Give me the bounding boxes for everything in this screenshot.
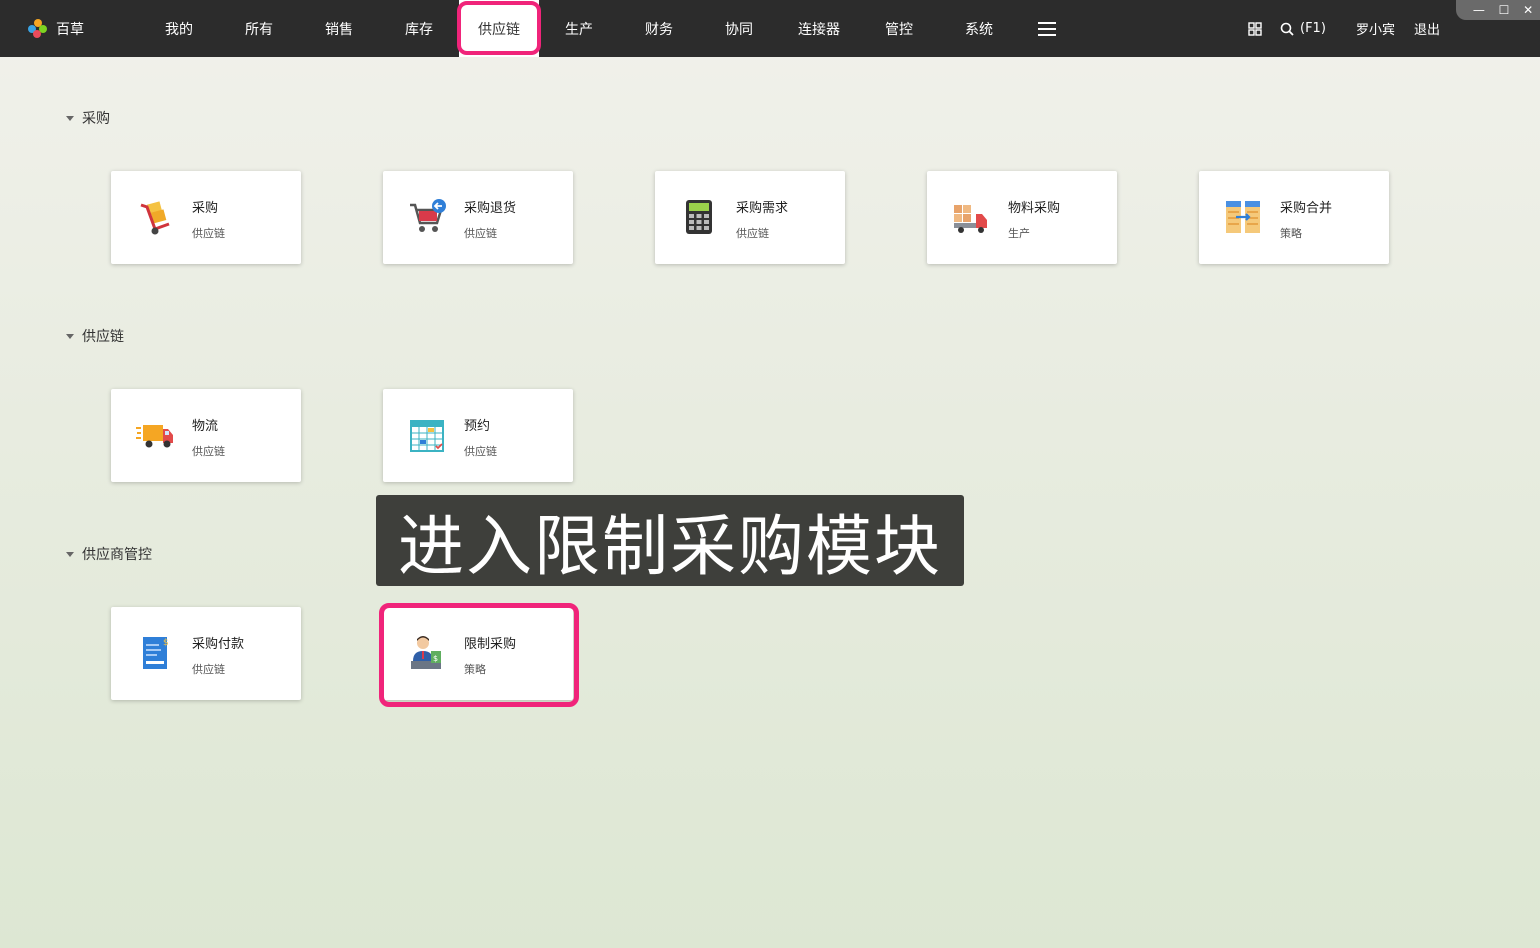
card-module: 供应链: [192, 663, 225, 676]
card-module: 策略: [1280, 227, 1302, 240]
fast-truck-icon: [136, 425, 173, 448]
card-title: 物流: [192, 419, 219, 434]
card-module: 供应链: [192, 445, 225, 458]
search-icon: [1280, 22, 1294, 36]
section-title: 供应链: [82, 329, 124, 345]
card-module: 供应链: [736, 227, 769, 240]
nav-item-inventory[interactable]: 库存: [379, 0, 459, 57]
card-module: 策略: [464, 663, 486, 676]
collapse-caret-icon: [66, 333, 74, 339]
logout-button[interactable]: 退出: [1414, 0, 1440, 57]
nav-item-sales[interactable]: 销售: [299, 0, 379, 57]
nav-item-mine[interactable]: 我的: [139, 0, 219, 57]
card-title: 采购付款: [192, 637, 245, 652]
brand-logo-icon: [28, 19, 48, 39]
app-card-purchase-demand[interactable]: 采购需求 供应链: [655, 171, 845, 264]
card-title: 采购: [192, 201, 219, 216]
calendar-icon: [410, 420, 444, 452]
app-card-restricted-purchase[interactable]: $ 限制采购 策略: [383, 607, 573, 700]
nav-item-control[interactable]: 管控: [859, 0, 939, 57]
top-nav-bar: 百草 我的 所有 销售 库存 供应链 生产 财务 协同 连接器 管控 系统 (F…: [0, 0, 1540, 57]
app-card-purchase-return[interactable]: 采购退货 供应链: [383, 171, 573, 264]
card-title: 物料采购: [1008, 201, 1061, 216]
app-card-purchase[interactable]: 采购 供应链: [111, 171, 301, 264]
app-card-material-purchase[interactable]: 物料采购 生产: [927, 171, 1117, 264]
hamburger-menu-icon[interactable]: [1036, 18, 1058, 40]
user-name[interactable]: 罗小宾: [1356, 0, 1395, 57]
card-module: 供应链: [192, 227, 225, 240]
cart-return-icon: [410, 199, 446, 232]
card-title: 采购需求: [736, 201, 789, 216]
video-caption: 进入限制采购模块: [376, 495, 964, 586]
card-title: 采购退货: [464, 201, 517, 216]
close-icon[interactable]: ✕: [1523, 3, 1533, 17]
collapse-caret-icon: [66, 551, 74, 557]
search-button[interactable]: (F1): [1280, 0, 1326, 57]
delivery-truck-icon: [954, 205, 987, 233]
card-title: 限制采购: [464, 637, 517, 652]
section-header-supplier-control[interactable]: 供应商管控: [66, 544, 152, 564]
merge-table-icon: [1226, 201, 1260, 233]
brand[interactable]: 百草: [28, 18, 84, 40]
calculator-icon: [686, 200, 712, 234]
app-grid-icon[interactable]: [1248, 0, 1262, 57]
card-module: 供应链: [464, 445, 497, 458]
nav-item-connector[interactable]: 连接器: [779, 0, 859, 57]
card-title: 预约: [464, 419, 491, 434]
search-shortcut: (F1): [1300, 21, 1326, 36]
brand-name: 百草: [56, 22, 84, 38]
nav-item-collaboration[interactable]: 协同: [699, 0, 779, 57]
collapse-caret-icon: [66, 115, 74, 121]
minimize-icon[interactable]: —: [1473, 3, 1485, 17]
app-card-purchase-payment[interactable]: $ 采购付款 供应链: [111, 607, 301, 700]
app-card-appointment[interactable]: 预约 供应链: [383, 389, 573, 482]
maximize-icon[interactable]: ☐: [1499, 3, 1510, 17]
app-card-purchase-merge[interactable]: 采购合并 策略: [1199, 171, 1389, 264]
window-controls: — ☐ ✕: [1456, 0, 1540, 20]
section-header-purchase[interactable]: 采购: [66, 108, 110, 128]
section-title: 采购: [82, 111, 110, 127]
cashier-icon: $: [411, 636, 441, 669]
nav-item-system[interactable]: 系统: [939, 0, 1019, 57]
svg-text:$: $: [163, 638, 169, 648]
section-header-supply-chain[interactable]: 供应链: [66, 326, 124, 346]
section-title: 供应商管控: [82, 547, 152, 563]
card-module: 生产: [1008, 227, 1030, 240]
card-title: 采购合并: [1280, 201, 1333, 216]
svg-text:$: $: [433, 654, 438, 663]
payment-document-icon: $: [143, 637, 169, 669]
nav-item-supply-chain[interactable]: 供应链: [459, 0, 539, 57]
nav-item-finance[interactable]: 财务: [619, 0, 699, 57]
hand-truck-icon: [140, 201, 170, 235]
card-module: 供应链: [464, 227, 497, 240]
nav-item-all[interactable]: 所有: [219, 0, 299, 57]
app-card-logistics[interactable]: 物流 供应链: [111, 389, 301, 482]
nav-item-production[interactable]: 生产: [539, 0, 619, 57]
